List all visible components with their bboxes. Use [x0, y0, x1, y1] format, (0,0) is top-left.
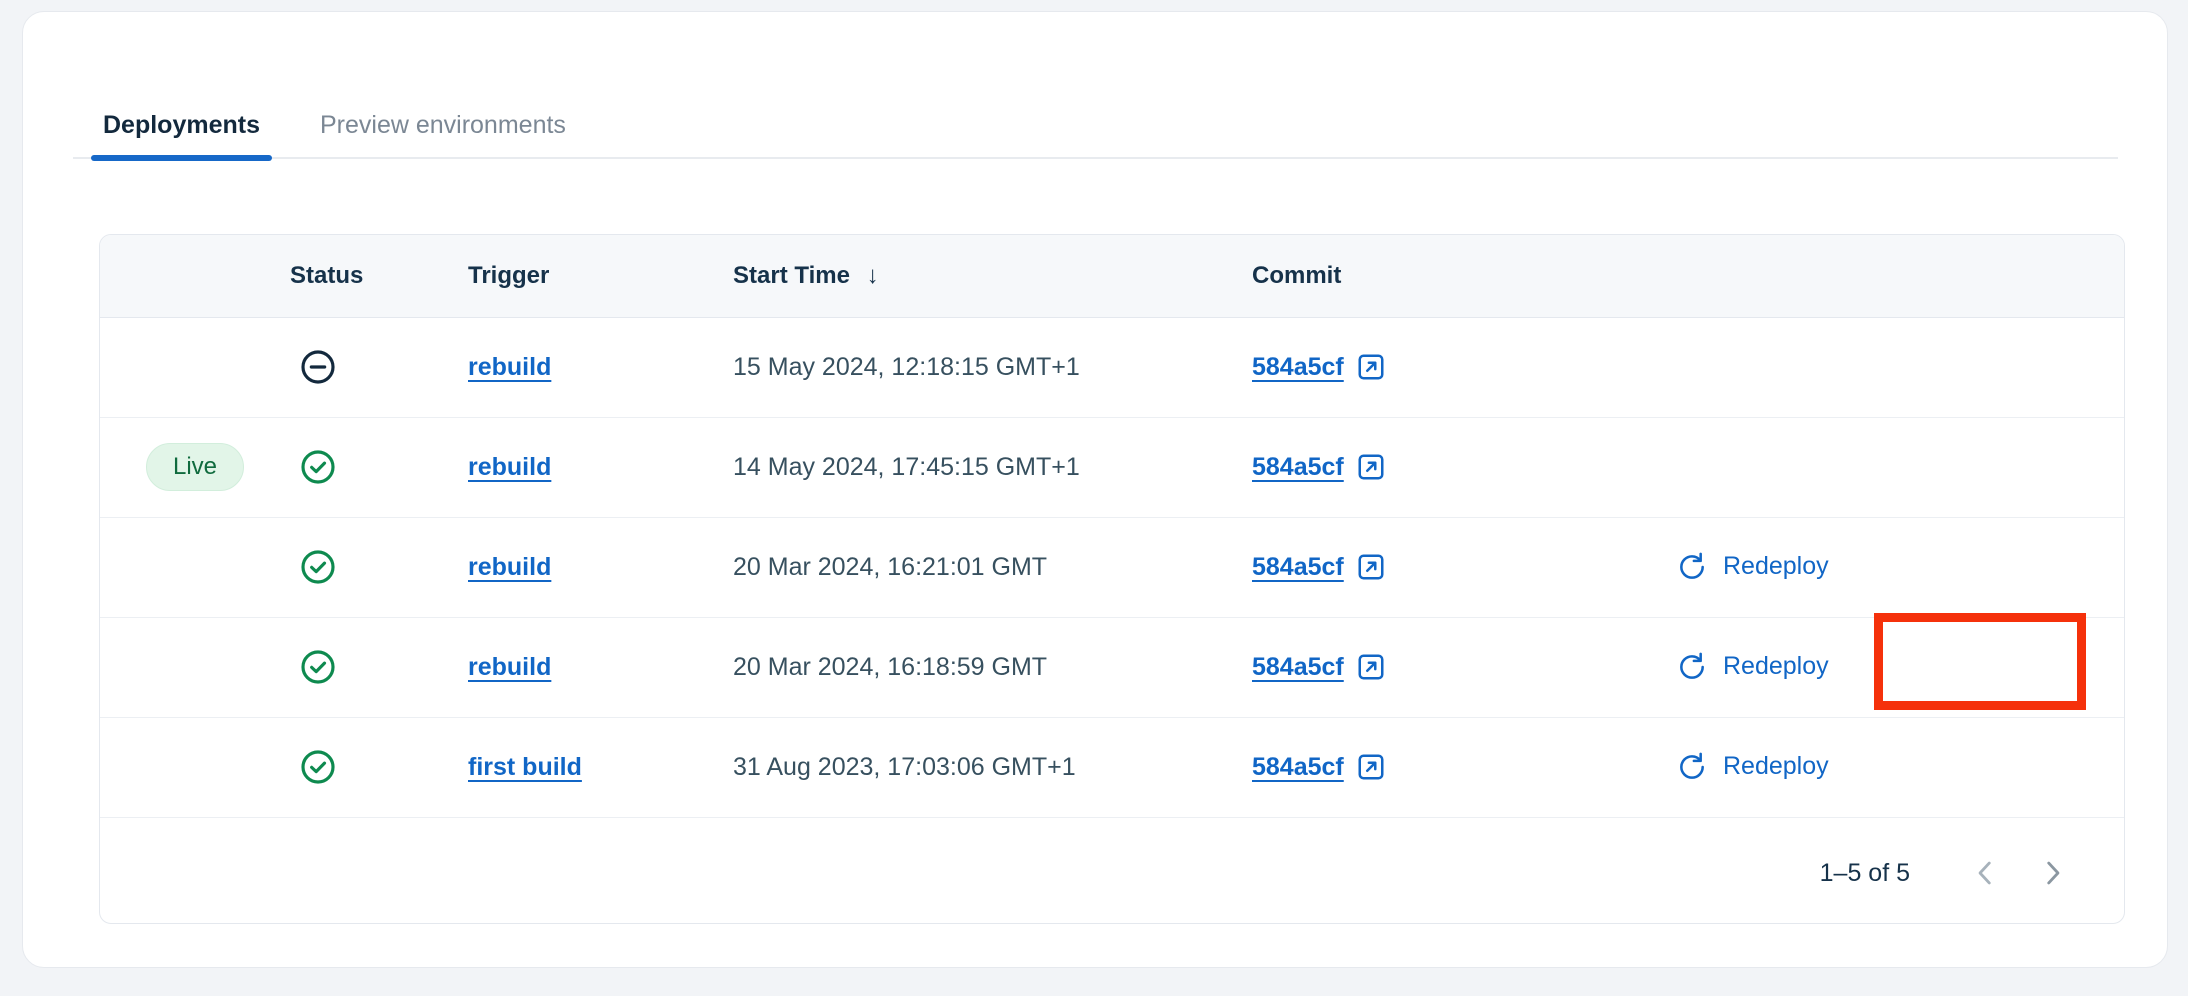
cell-status — [290, 317, 468, 418]
commit-hash: 584a5cf — [1252, 352, 1344, 381]
cell-commit: 584a5cf — [1252, 617, 1672, 718]
cell-trigger: rebuild — [468, 417, 733, 518]
cell-trigger: rebuild — [468, 317, 733, 418]
external-link-icon — [1356, 752, 1386, 782]
external-link-icon — [1356, 352, 1386, 382]
commit-hash: 584a5cf — [1252, 652, 1344, 681]
cell-commit: 584a5cf — [1252, 417, 1672, 518]
deployments-page: Deployments Preview environments Status … — [0, 0, 2188, 996]
column-header-start-time-label: Start Time — [733, 261, 850, 289]
circle-check-icon — [298, 747, 468, 787]
deployments-card: Deployments Preview environments Status … — [22, 11, 2168, 968]
cell-trigger: first build — [468, 717, 733, 818]
tab-bar: Deployments Preview environments — [73, 79, 2118, 161]
cell-live — [100, 617, 290, 718]
cell-action — [1672, 317, 2124, 418]
cell-trigger: rebuild — [468, 617, 733, 718]
cell-start-time: 15 May 2024, 12:18:15 GMT+1 — [733, 317, 1252, 418]
chevron-left-icon — [1968, 856, 2002, 890]
table-row: first build 31 Aug 2023, 17:03:06 GMT+1 … — [100, 717, 2124, 818]
cell-action: Redeploy — [1672, 617, 2124, 718]
circle-check-icon — [298, 547, 468, 587]
cell-live — [100, 717, 290, 818]
tab-deployments[interactable]: Deployments — [73, 79, 290, 161]
redeploy-button-highlighted[interactable]: Redeploy — [1672, 645, 1833, 689]
trigger-link[interactable]: rebuild — [468, 553, 551, 581]
cell-trigger: rebuild — [468, 517, 733, 618]
table-header: Status Trigger Start Time ↓ Commit — [100, 235, 2124, 318]
refresh-icon — [1676, 551, 1708, 583]
tab-preview-environments[interactable]: Preview environments — [290, 79, 596, 159]
cell-commit: 584a5cf — [1252, 717, 1672, 818]
circle-check-icon — [298, 447, 468, 487]
external-link-icon — [1356, 652, 1386, 682]
commit-hash: 584a5cf — [1252, 552, 1344, 581]
commit-link[interactable]: 584a5cf — [1252, 552, 1386, 582]
commit-link[interactable]: 584a5cf — [1252, 652, 1386, 682]
cell-status — [290, 717, 468, 818]
table-row: rebuild 15 May 2024, 12:18:15 GMT+1 584a… — [100, 317, 2124, 418]
refresh-icon — [1676, 651, 1708, 683]
cell-start-time: 20 Mar 2024, 16:21:01 GMT — [733, 517, 1252, 618]
circle-check-icon — [298, 647, 468, 687]
cell-status — [290, 517, 468, 618]
cell-start-time: 14 May 2024, 17:45:15 GMT+1 — [733, 417, 1252, 518]
trigger-link[interactable]: rebuild — [468, 353, 551, 381]
deployments-table: Status Trigger Start Time ↓ Commit rebui… — [100, 235, 2124, 818]
cell-start-time: 20 Mar 2024, 16:18:59 GMT — [733, 617, 1252, 718]
refresh-icon — [1676, 751, 1708, 783]
cell-status — [290, 417, 468, 518]
table-body: rebuild 15 May 2024, 12:18:15 GMT+1 584a… — [100, 317, 2124, 818]
circle-minus-icon — [298, 347, 468, 387]
pagination-next-button[interactable] — [2030, 850, 2076, 896]
cell-commit: 584a5cf — [1252, 317, 1672, 418]
pagination: 1–5 of 5 — [100, 823, 2124, 923]
table-header-row: Status Trigger Start Time ↓ Commit — [100, 235, 2124, 318]
commit-link[interactable]: 584a5cf — [1252, 752, 1386, 782]
redeploy-button[interactable]: Redeploy — [1672, 545, 1833, 589]
external-link-icon — [1356, 552, 1386, 582]
table-row: Live rebuild 14 May 2024, 17:45:15 GMT+1… — [100, 417, 2124, 518]
deployments-table-card: Status Trigger Start Time ↓ Commit rebui… — [99, 234, 2125, 924]
column-header-commit: Commit — [1252, 235, 1672, 318]
redeploy-label: Redeploy — [1723, 652, 1829, 680]
redeploy-label: Redeploy — [1723, 752, 1829, 780]
column-header-action — [1672, 235, 2124, 318]
chevron-right-icon — [2036, 856, 2070, 890]
sort-descending-icon: ↓ — [866, 261, 879, 289]
status-badge-live: Live — [145, 442, 245, 492]
cell-commit: 584a5cf — [1252, 517, 1672, 618]
column-header-live — [100, 235, 290, 318]
trigger-link[interactable]: rebuild — [468, 453, 551, 481]
trigger-link[interactable]: rebuild — [468, 653, 551, 681]
commit-link[interactable]: 584a5cf — [1252, 352, 1386, 382]
table-row: rebuild 20 Mar 2024, 16:18:59 GMT 584a5c… — [100, 617, 2124, 718]
commit-hash: 584a5cf — [1252, 452, 1344, 481]
cell-action: Redeploy — [1672, 717, 2124, 818]
pagination-previous-button[interactable] — [1962, 850, 2008, 896]
pagination-count: 1–5 of 5 — [1819, 858, 1910, 887]
table-row: rebuild 20 Mar 2024, 16:21:01 GMT 584a5c… — [100, 517, 2124, 618]
cell-live — [100, 317, 290, 418]
trigger-link[interactable]: first build — [468, 753, 582, 781]
cell-live — [100, 517, 290, 618]
commit-link[interactable]: 584a5cf — [1252, 452, 1386, 482]
column-header-start-time[interactable]: Start Time ↓ — [733, 235, 1252, 318]
column-header-trigger: Trigger — [468, 235, 733, 318]
redeploy-label: Redeploy — [1723, 552, 1829, 580]
external-link-icon — [1356, 452, 1386, 482]
cell-action: Redeploy — [1672, 517, 2124, 618]
commit-hash: 584a5cf — [1252, 752, 1344, 781]
cell-start-time: 31 Aug 2023, 17:03:06 GMT+1 — [733, 717, 1252, 818]
cell-status — [290, 617, 468, 718]
cell-action — [1672, 417, 2124, 518]
redeploy-button[interactable]: Redeploy — [1672, 745, 1833, 789]
column-header-status: Status — [290, 235, 468, 318]
cell-live: Live — [100, 417, 290, 518]
